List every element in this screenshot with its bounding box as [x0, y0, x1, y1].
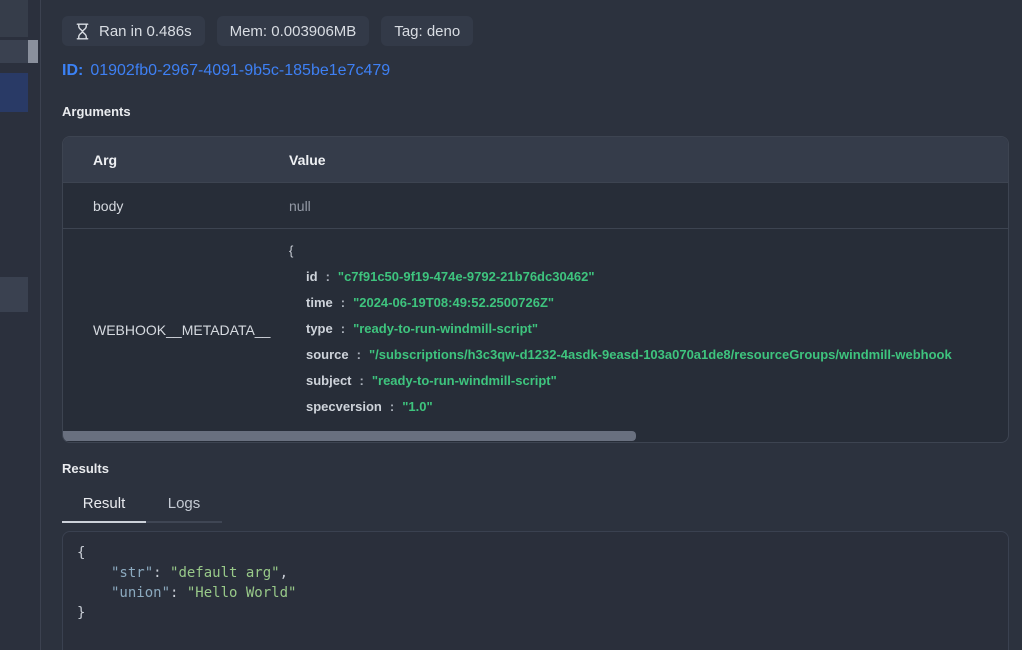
- left-rail: [0, 0, 41, 650]
- result-json-viewer: { "str": "default arg", "union": "Hello …: [62, 531, 1009, 650]
- json-entry: source:"/subscriptions/h3c3qw-d1232-4asd…: [289, 342, 1008, 368]
- table-row-body: body null: [63, 182, 1008, 228]
- table-row-webhook-metadata: WEBHOOK__METADATA__ { id:"c7f91c50-9f19-…: [63, 228, 1008, 431]
- memory-badge: Mem: 0.003906MB: [217, 16, 370, 46]
- rail-item[interactable]: [0, 277, 28, 312]
- arguments-title: Arguments: [62, 104, 1009, 119]
- rail-scrollbar-thumb[interactable]: [28, 40, 38, 63]
- json-entry: id:"c7f91c50-9f19-474e-9792-21b76dc30462…: [289, 264, 1008, 290]
- tab-logs[interactable]: Logs: [146, 490, 222, 523]
- json-entry: subject:"ready-to-run-windmill-script": [289, 368, 1008, 394]
- run-id-row: ID: 01902fb0-2967-4091-9b5c-185be1e7c479: [62, 62, 1009, 80]
- arg-name: WEBHOOK__METADATA__: [63, 322, 261, 338]
- webhook-metadata-json: { id:"c7f91c50-9f19-474e-9792-21b76dc304…: [261, 229, 1008, 431]
- arguments-table: Arg Value body null WEBHOOK__METADATA__ …: [62, 136, 1009, 443]
- memory-badge-label: Mem: 0.003906MB: [230, 23, 357, 40]
- run-detail-panel: Ran in 0.486s Mem: 0.003906MB Tag: deno …: [42, 0, 1022, 650]
- code-open-brace: {: [77, 543, 994, 563]
- run-id-label: ID:: [62, 62, 83, 79]
- runtime-badge-label: Ran in 0.486s: [99, 23, 192, 40]
- rail-item-selected[interactable]: [0, 73, 28, 112]
- rail-item[interactable]: [0, 40, 28, 63]
- arg-name: body: [63, 198, 261, 214]
- json-entry: type:"ready-to-run-windmill-script": [289, 316, 1008, 342]
- column-header-value: Value: [261, 152, 1008, 168]
- arg-value-null: null: [261, 198, 1008, 214]
- tag-badge: Tag: deno: [381, 16, 473, 46]
- code-close-brace: }: [77, 603, 994, 623]
- hourglass-icon: [75, 23, 90, 40]
- table-horizontal-scrollbar[interactable]: [63, 431, 1008, 442]
- tab-result[interactable]: Result: [62, 490, 146, 523]
- run-id-link[interactable]: 01902fb0-2967-4091-9b5c-185be1e7c479: [90, 62, 390, 79]
- results-title: Results: [62, 461, 1009, 476]
- json-entry: specversion:"1.0": [289, 394, 1008, 420]
- column-header-arg: Arg: [63, 152, 261, 168]
- run-stats-row: Ran in 0.486s Mem: 0.003906MB Tag: deno: [62, 16, 1009, 46]
- runtime-badge: Ran in 0.486s: [62, 16, 205, 46]
- json-open-brace: {: [289, 238, 1008, 264]
- scrollbar-thumb[interactable]: [63, 431, 636, 441]
- results-tabs: Result Logs: [62, 490, 1009, 523]
- rail-item[interactable]: [0, 0, 28, 37]
- arguments-table-header: Arg Value: [63, 137, 1008, 182]
- tag-badge-label: Tag: deno: [394, 23, 460, 40]
- code-entry: "union": "Hello World": [77, 583, 994, 603]
- code-entry: "str": "default arg",: [77, 563, 994, 583]
- json-entry: time:"2024-06-19T08:49:52.2500726Z": [289, 290, 1008, 316]
